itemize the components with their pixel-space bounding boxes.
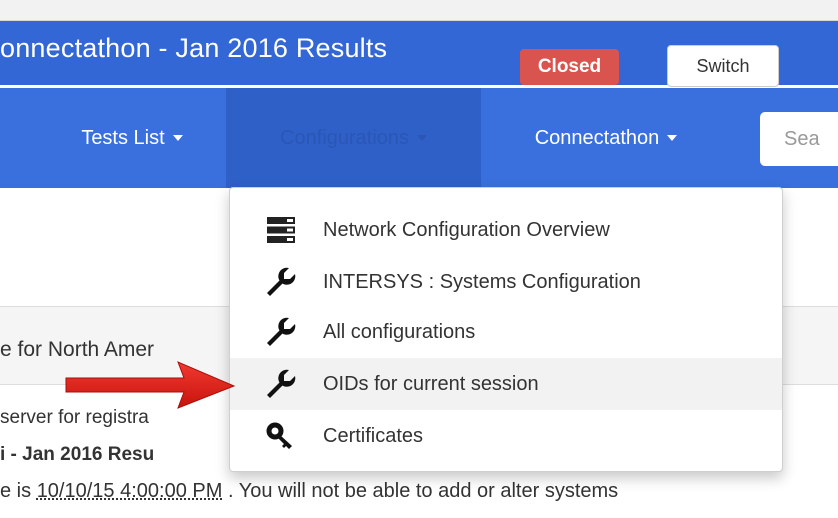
menu-item-label: All configurations [323, 320, 476, 343]
navbar: Tests List Configurations Connectathon [0, 88, 838, 188]
configurations-dropdown-menu: Network Configuration Overview INTERSYS … [229, 187, 783, 472]
app-title: onnectathon - Jan 2016 Results [0, 33, 388, 63]
nav-tests-list-label: Tests List [81, 126, 165, 149]
menu-item-network-configuration-overview[interactable]: Network Configuration Overview [230, 204, 782, 256]
switch-button[interactable]: Switch [667, 45, 779, 87]
wrench-icon [262, 263, 300, 301]
menu-item-oids-for-current-session[interactable]: OIDs for current session [230, 358, 782, 410]
status-badge: Closed [520, 49, 619, 85]
server-icon [262, 211, 300, 249]
deadline-date: 10/10/15 4:00:00 PM [36, 480, 223, 502]
body-text-line: server for registra [0, 407, 149, 428]
deadline-suffix: . You will not be able to add or alter s… [222, 480, 619, 502]
nav-tests-list[interactable]: Tests List [42, 88, 222, 188]
caret-down-icon [172, 135, 183, 141]
deadline-text: e is 10/10/15 4:00:00 PM . You will not … [0, 480, 618, 503]
caret-down-icon [667, 135, 678, 141]
menu-item-label: Network Configuration Overview [323, 218, 610, 241]
sub-bar-text: e for North Amer [0, 338, 155, 361]
menu-item-label: INTERSYS : Systems Configuration [323, 270, 641, 293]
nav-connectathon-label: Connectathon [534, 126, 660, 149]
wrench-icon [262, 365, 300, 403]
menu-item-intersys-systems-configuration[interactable]: INTERSYS : Systems Configuration [230, 256, 782, 308]
red-arrow-annotation-icon [65, 361, 236, 409]
body-heading-line: i - Jan 2016 Resu [0, 444, 155, 465]
menu-item-label: Certificates [323, 424, 424, 447]
key-icon [262, 417, 300, 455]
caret-down-icon [416, 135, 427, 141]
menu-item-certificates[interactable]: Certificates [230, 410, 782, 462]
nav-connectathon[interactable]: Connectathon [486, 88, 726, 188]
nav-configurations[interactable]: Configurations [226, 88, 481, 188]
menu-item-label: OIDs for current session [323, 372, 539, 395]
deadline-prefix: e is [0, 480, 37, 502]
nav-configurations-label: Configurations [280, 126, 409, 149]
menu-item-all-configurations[interactable]: All configurations [230, 306, 782, 358]
search-input[interactable]: Sea [760, 112, 838, 166]
top-strip [0, 0, 838, 21]
wrench-icon [262, 313, 300, 351]
title-bar: onnectathon - Jan 2016 Results Closed Sw… [0, 21, 838, 87]
